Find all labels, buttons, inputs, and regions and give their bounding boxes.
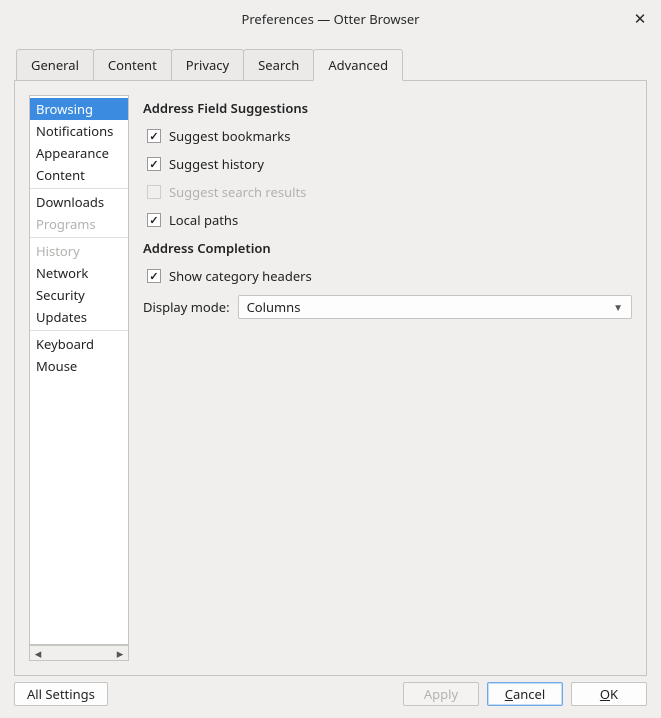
sidebar-item-network[interactable]: Network [30, 262, 128, 284]
bottom-bar: All Settings Apply Cancel OK [0, 670, 661, 718]
sidebar-item-security[interactable]: Security [30, 284, 128, 306]
tab-search[interactable]: Search [243, 49, 314, 81]
section-heading-address-suggestions: Address Field Suggestions [143, 99, 632, 117]
chevron-down-icon: ▼ [613, 300, 623, 314]
window-title: Preferences — Otter Browser [241, 10, 419, 28]
field-label-display-mode: Display mode: [143, 298, 230, 316]
sidebar-item-content[interactable]: Content [30, 164, 128, 186]
all-settings-button[interactable]: All Settings [14, 682, 108, 706]
select-value: Columns [247, 298, 301, 316]
checkbox-label: Suggest search results [169, 183, 306, 201]
field-row-display-mode: Display mode: Columns ▼ [143, 295, 632, 319]
checkbox-row: Local paths [147, 211, 632, 229]
sidebar-group: Downloads Programs [30, 189, 128, 238]
tabstrip: General Content Privacy Search Advanced [16, 48, 647, 80]
button-text: OK [600, 685, 618, 703]
checkbox-row: Suggest history [147, 155, 632, 173]
sidebar-group: Keyboard Mouse [30, 331, 128, 379]
select-display-mode[interactable]: Columns ▼ [238, 295, 632, 319]
checkbox-suggest-bookmarks[interactable] [147, 129, 161, 143]
scroll-left-icon[interactable]: ◂ [32, 647, 44, 659]
checkbox-row: Show category headers [147, 267, 632, 285]
checkbox-row: Suggest bookmarks [147, 127, 632, 145]
section-heading-address-completion: Address Completion [143, 239, 632, 257]
tab-content[interactable]: Content [93, 49, 172, 81]
ok-button[interactable]: OK [571, 682, 647, 706]
sidebar-item-browsing[interactable]: Browsing [30, 98, 128, 120]
checkbox-local-paths[interactable] [147, 213, 161, 227]
tab-advanced[interactable]: Advanced [313, 49, 403, 81]
checkbox-label[interactable]: Show category headers [169, 267, 312, 285]
checkbox-label[interactable]: Suggest history [169, 155, 264, 173]
tab-general[interactable]: General [16, 49, 94, 81]
sidebar-item-keyboard[interactable]: Keyboard [30, 333, 128, 355]
sidebar-item-notifications[interactable]: Notifications [30, 120, 128, 142]
sidebar-wrap: Browsing Notifications Appearance Conten… [29, 95, 129, 661]
sidebar-item-history: History [30, 240, 128, 262]
main-settings: Address Field Suggestions Suggest bookma… [143, 95, 632, 661]
checkbox-label[interactable]: Local paths [169, 211, 238, 229]
close-button[interactable]: ✕ [631, 10, 649, 28]
sidebar-group: History Network Security Updates [30, 238, 128, 331]
tab-privacy[interactable]: Privacy [171, 49, 244, 81]
panel-inner: Browsing Notifications Appearance Conten… [15, 81, 646, 675]
checkbox-label[interactable]: Suggest bookmarks [169, 127, 290, 145]
tab-panel-advanced: Browsing Notifications Appearance Conten… [14, 80, 647, 676]
checkbox-row: Suggest search results [147, 183, 632, 201]
scroll-right-icon[interactable]: ▸ [114, 647, 126, 659]
sidebar-item-mouse[interactable]: Mouse [30, 355, 128, 377]
sidebar-horizontal-scrollbar[interactable]: ◂ ▸ [29, 645, 129, 661]
apply-button: Apply [403, 682, 479, 706]
sidebar-item-programs: Programs [30, 213, 128, 235]
button-text: Cancel [505, 685, 545, 703]
sidebar-item-downloads[interactable]: Downloads [30, 191, 128, 213]
sidebar-group: Browsing Notifications Appearance Conten… [30, 96, 128, 189]
checkbox-show-category-headers[interactable] [147, 269, 161, 283]
titlebar: Preferences — Otter Browser ✕ [0, 0, 661, 38]
sidebar-item-appearance[interactable]: Appearance [30, 142, 128, 164]
close-icon: ✕ [634, 12, 647, 27]
content-area: General Content Privacy Search Advanced … [0, 38, 661, 676]
checkbox-suggest-history[interactable] [147, 157, 161, 171]
sidebar-item-updates[interactable]: Updates [30, 306, 128, 328]
checkbox-suggest-search-results [147, 185, 161, 199]
sidebar[interactable]: Browsing Notifications Appearance Conten… [29, 95, 129, 645]
cancel-button[interactable]: Cancel [487, 682, 563, 706]
